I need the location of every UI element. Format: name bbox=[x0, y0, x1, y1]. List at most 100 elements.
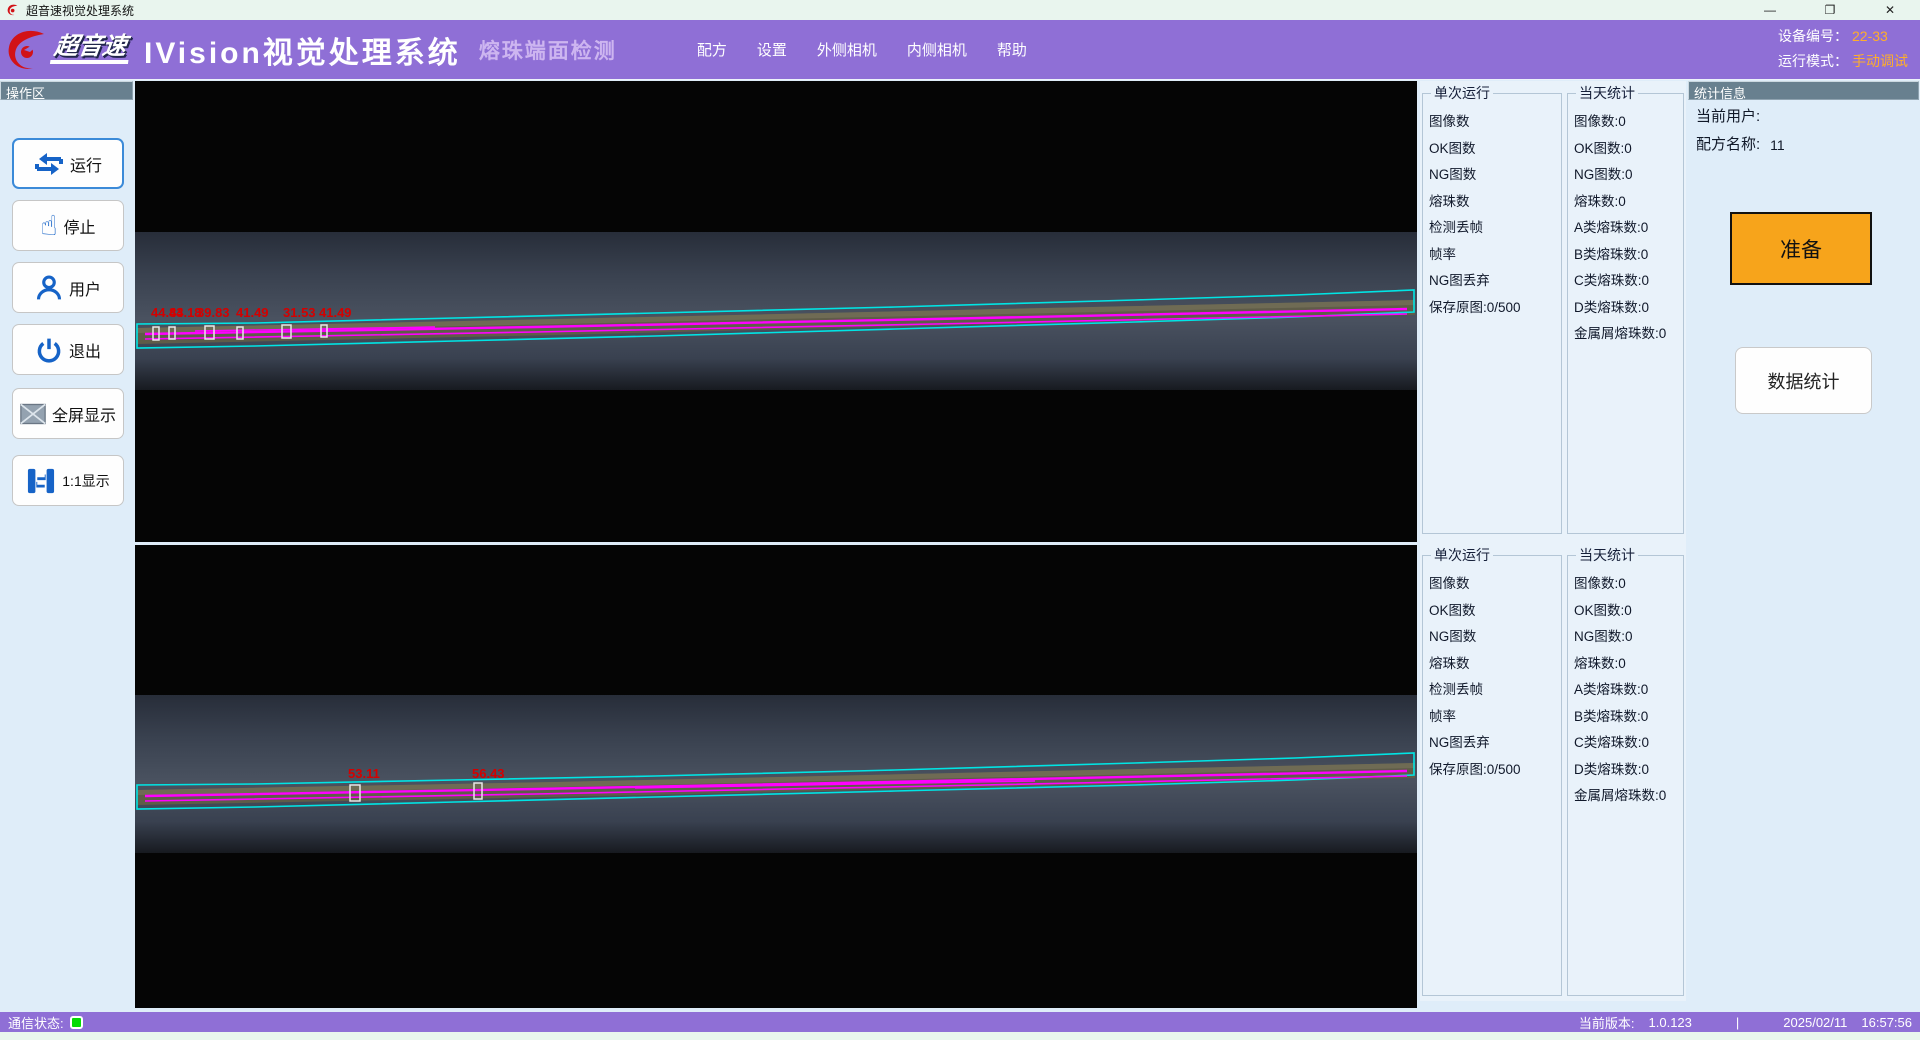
stat-row: 金属屑熔珠数:0 bbox=[1574, 319, 1677, 346]
main-menu: 配方 设置 外侧相机 内侧相机 帮助 bbox=[697, 39, 1027, 60]
maximize-button[interactable]: ❐ bbox=[1800, 0, 1860, 20]
bottom-edge-strip bbox=[0, 1032, 1920, 1040]
run-mode-value: 手动调试 bbox=[1852, 49, 1908, 74]
statistics-info-caption: 统计信息 bbox=[1688, 81, 1919, 100]
stat-row: A类熔珠数:0 bbox=[1574, 675, 1677, 702]
daily-stats-groupbox: 当天统计 图像数:0OK图数:0NG图数:0熔珠数:0A类熔珠数:0B类熔珠数:… bbox=[1567, 83, 1684, 534]
stop-button-label: 停止 bbox=[64, 214, 96, 238]
user-button-label: 用户 bbox=[69, 276, 101, 300]
menu-item[interactable]: 设置 bbox=[757, 39, 787, 60]
stat-row: 图像数 bbox=[1429, 107, 1555, 134]
inner-camera-view[interactable]: 53.11 56.43 bbox=[135, 545, 1417, 1008]
title-bar: 超音速视觉处理系统 — ❐ ✕ bbox=[0, 0, 1920, 20]
stat-row: 检测丢帧 bbox=[1429, 675, 1555, 702]
statistics-column: 单次运行 图像数OK图数NG图数熔珠数检测丢帧帧率NG图丢弃保存原图:0/500… bbox=[1420, 81, 1686, 1001]
stat-row: B类熔珠数:0 bbox=[1574, 702, 1677, 729]
one-to-one-button-label: 1:1显示 bbox=[62, 471, 109, 491]
app-logo-icon bbox=[6, 3, 20, 17]
stat-row: OK图数 bbox=[1429, 596, 1555, 623]
menu-item[interactable]: 外侧相机 bbox=[817, 39, 877, 60]
stat-row: 保存原图:0/500 bbox=[1429, 755, 1555, 782]
menu-item[interactable]: 内侧相机 bbox=[907, 39, 967, 60]
brand-swoosh-icon bbox=[4, 26, 52, 74]
stat-row: 金属屑熔珠数:0 bbox=[1574, 781, 1677, 808]
brand-logo-text: 超音速 bbox=[50, 34, 132, 64]
stat-row: D类熔珠数:0 bbox=[1574, 293, 1677, 320]
stat-row: D类熔珠数:0 bbox=[1574, 755, 1677, 782]
single-run-groupbox: 单次运行 图像数OK图数NG图数熔珠数检测丢帧帧率NG图丢弃保存原图:0/500 bbox=[1422, 83, 1562, 534]
version-label: 当前版本: bbox=[1579, 1013, 1635, 1032]
statistics-info-panel: 统计信息 当前用户: 配方名称: 11 准备 数据统计 bbox=[1688, 81, 1919, 1012]
app-subtitle: 熔珠端面检测 bbox=[479, 35, 617, 65]
stat-row: 熔珠数:0 bbox=[1574, 649, 1677, 676]
ready-button[interactable]: 准备 bbox=[1730, 212, 1872, 285]
measurement-label: 53.11 bbox=[348, 766, 380, 781]
weld-bead-overlay bbox=[135, 545, 1417, 1008]
version-value: 1.0.123 bbox=[1649, 1015, 1692, 1030]
device-no-value: 22-33 bbox=[1852, 24, 1888, 49]
stop-hand-icon: ☝ bbox=[40, 212, 57, 240]
stat-row: NG图数:0 bbox=[1574, 622, 1677, 649]
time-value: 16:57:56 bbox=[1861, 1015, 1912, 1030]
one-to-one-icon bbox=[26, 467, 56, 495]
user-button[interactable]: 用户 bbox=[12, 262, 124, 313]
single-run-groupbox: 单次运行 图像数OK图数NG图数熔珠数检测丢帧帧率NG图丢弃保存原图:0/500 bbox=[1422, 545, 1562, 996]
inner-camera-stats: 单次运行 图像数OK图数NG图数熔珠数检测丢帧帧率NG图丢弃保存原图:0/500… bbox=[1420, 543, 1686, 1000]
stop-button[interactable]: ☝ 停止 bbox=[12, 200, 124, 251]
date-value: 2025/02/11 bbox=[1783, 1015, 1847, 1030]
stat-row: NG图数 bbox=[1429, 160, 1555, 187]
fullscreen-button-label: 全屏显示 bbox=[52, 402, 116, 426]
stat-row: 图像数 bbox=[1429, 569, 1555, 596]
run-button[interactable]: 运行 bbox=[12, 138, 124, 189]
stat-row: 图像数:0 bbox=[1574, 107, 1677, 134]
stat-row: NG图数 bbox=[1429, 622, 1555, 649]
daily-stats-groupbox: 当天统计 图像数:0OK图数:0NG图数:0熔珠数:0A类熔珠数:0B类熔珠数:… bbox=[1567, 545, 1684, 996]
stat-row: 检测丢帧 bbox=[1429, 213, 1555, 240]
power-icon bbox=[35, 336, 63, 364]
close-button[interactable]: ✕ bbox=[1860, 0, 1920, 20]
outer-camera-view[interactable]: 44.8443.1839.8341.4931.5341.49 bbox=[135, 81, 1417, 542]
recipe-name-value: 11 bbox=[1770, 134, 1785, 156]
user-icon bbox=[35, 274, 63, 302]
stat-row: A类熔珠数:0 bbox=[1574, 213, 1677, 240]
header-bar: 超音速 IVision视觉处理系统 熔珠端面检测 配方设置外侧相机内侧相机帮助 … bbox=[0, 20, 1920, 80]
status-bar: 通信状态: 当前版本: 1.0.123 | 2025/02/11 16:57:5… bbox=[0, 1012, 1920, 1032]
stat-row: C类熔珠数:0 bbox=[1574, 266, 1677, 293]
comm-status-led bbox=[70, 1016, 83, 1029]
single-run-title: 单次运行 bbox=[1431, 83, 1493, 103]
recipe-name-label: 配方名称: bbox=[1696, 134, 1760, 156]
measurement-label: 41.49 bbox=[236, 305, 269, 320]
stat-row: OK图数 bbox=[1429, 134, 1555, 161]
comm-status-label: 通信状态: bbox=[8, 1013, 64, 1032]
daily-stats-title: 当天统计 bbox=[1576, 83, 1638, 103]
brand: 超音速 IVision视觉处理系统 熔珠端面检测 bbox=[0, 26, 617, 74]
stat-row: 保存原图:0/500 bbox=[1429, 293, 1555, 320]
menu-item[interactable]: 配方 bbox=[697, 39, 727, 60]
operation-area-caption: 操作区 bbox=[0, 81, 133, 100]
stat-row: 熔珠数:0 bbox=[1574, 187, 1677, 214]
stat-row: 熔珠数 bbox=[1429, 649, 1555, 676]
statusbar-separator: | bbox=[1736, 1015, 1739, 1030]
device-no-label: 设备编号： bbox=[1778, 24, 1848, 49]
fullscreen-icon bbox=[20, 403, 46, 425]
one-to-one-button[interactable]: 1:1显示 bbox=[12, 455, 124, 506]
stat-row: 图像数:0 bbox=[1574, 569, 1677, 596]
stat-row: NG图丢弃 bbox=[1429, 266, 1555, 293]
run-arrows-icon bbox=[34, 151, 64, 177]
menu-item[interactable]: 帮助 bbox=[997, 39, 1027, 60]
stat-row: C类熔珠数:0 bbox=[1574, 728, 1677, 755]
minimize-button[interactable]: — bbox=[1740, 0, 1800, 20]
stat-row: B类熔珠数:0 bbox=[1574, 240, 1677, 267]
run-button-label: 运行 bbox=[70, 152, 102, 176]
measurement-label: 41.49 bbox=[319, 305, 352, 320]
exit-button[interactable]: 退出 bbox=[12, 324, 124, 375]
measurement-label: 56.43 bbox=[472, 766, 505, 781]
single-run-title: 单次运行 bbox=[1431, 545, 1493, 565]
exit-button-label: 退出 bbox=[69, 338, 101, 362]
stat-row: 熔珠数 bbox=[1429, 187, 1555, 214]
fullscreen-button[interactable]: 全屏显示 bbox=[12, 388, 124, 439]
data-statistics-button[interactable]: 数据统计 bbox=[1735, 347, 1872, 414]
stat-row: NG图丢弃 bbox=[1429, 728, 1555, 755]
measurement-label: 39.83 bbox=[197, 305, 230, 320]
operation-sidebar: 操作区 运行 ☝ 停止 用户 退出 全屏 bbox=[0, 81, 135, 1012]
